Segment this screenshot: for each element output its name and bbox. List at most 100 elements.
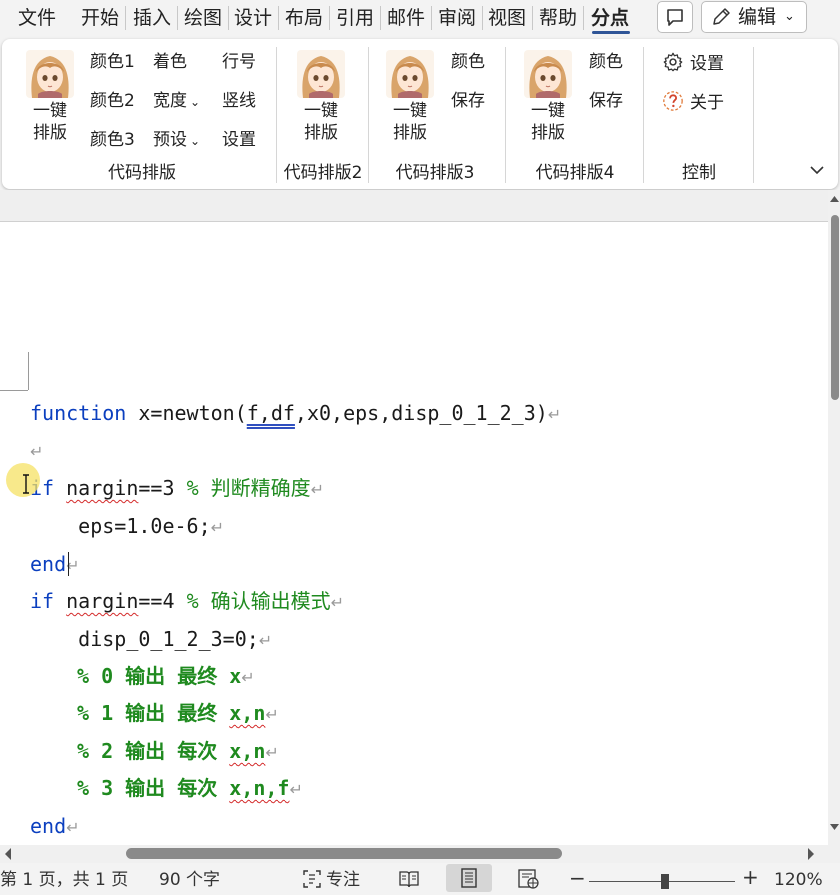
code-line[interactable]: end↵: [30, 551, 80, 579]
text-caret: [68, 552, 69, 576]
word-count[interactable]: 90 个字: [159, 869, 220, 891]
scroll-up-icon[interactable]: [829, 194, 840, 204]
tab-help[interactable]: 帮助: [537, 5, 579, 31]
web-layout-button[interactable]: [517, 867, 541, 895]
vertical-line-button[interactable]: 竖线: [222, 90, 256, 112]
code-text: x=newton(: [126, 401, 247, 425]
zoom-level[interactable]: 120%: [774, 869, 823, 891]
color2-button[interactable]: 颜色2: [90, 90, 135, 112]
focus-button[interactable]: 专注: [302, 869, 360, 891]
tab-home[interactable]: 开始: [79, 5, 121, 31]
edit-mode-button[interactable]: 编辑 ⌄: [701, 1, 807, 33]
coloring-button[interactable]: 着色: [153, 51, 187, 73]
code-comment: x: [229, 664, 242, 688]
edit-label: 编辑: [738, 6, 777, 28]
code-line[interactable]: eps=1.0e-6;↵: [30, 513, 224, 541]
code-line[interactable]: % 2 输出 每次 x,n↵: [77, 738, 279, 766]
color1-button[interactable]: 颜色1: [90, 51, 135, 73]
one-key-format-button[interactable]: 一键 排版: [20, 100, 80, 144]
width-dropdown[interactable]: 宽度 ⌄: [153, 90, 200, 113]
status-bar: 第 1 页，共 1 页 90 个字 专注 − + 120%: [0, 863, 840, 893]
paragraph-mark: ↵: [210, 518, 225, 537]
gear-icon: [663, 52, 683, 72]
group-label-code-format-4: 代码排版4: [535, 163, 615, 183]
tab-separator: [125, 6, 126, 30]
color3-button[interactable]: 颜色3: [90, 129, 135, 151]
group-label-code-format-2: 代码排版2: [283, 163, 363, 183]
code-line[interactable]: % 1 输出 最终 x,n↵: [77, 700, 279, 728]
ribbon-collapse-button[interactable]: [806, 159, 828, 181]
tab-draw[interactable]: 绘图: [182, 5, 224, 31]
vertical-scroll-thumb[interactable]: [831, 215, 839, 400]
margin-corner-mark: [0, 390, 28, 391]
about-label: 关于: [690, 93, 724, 113]
scroll-left-icon[interactable]: [3, 847, 13, 861]
tab-insert[interactable]: 插入: [131, 5, 173, 31]
one-key-label-bottom: 排版: [531, 123, 565, 143]
preset-dropdown[interactable]: 预设 ⌄: [153, 129, 200, 152]
focus-label: 专注: [326, 870, 360, 890]
group1-settings-button[interactable]: 设置: [222, 129, 256, 151]
code-comment: % 3 输出 每次: [77, 776, 230, 800]
group4-color-button[interactable]: 颜色: [589, 51, 623, 73]
comment-button[interactable]: [657, 1, 693, 33]
tab-view[interactable]: 视图: [486, 5, 528, 31]
group4-save-button[interactable]: 保存: [589, 90, 623, 112]
tab-references[interactable]: 引用: [334, 5, 376, 31]
page-count[interactable]: 第 1 页，共 1 页: [0, 869, 128, 891]
print-layout-button[interactable]: [446, 864, 492, 892]
paragraph-mark: ↵: [241, 668, 255, 687]
code-text: eps=1.0e-6;: [30, 514, 211, 538]
zoom-out-button[interactable]: −: [569, 867, 586, 889]
chevron-down-icon: [810, 166, 824, 175]
web-layout-icon: [518, 869, 539, 889]
tab-review[interactable]: 审阅: [436, 5, 478, 31]
control-settings-button[interactable]: 设置: [662, 51, 724, 75]
group3-color-button[interactable]: 颜色: [451, 51, 485, 73]
book-icon: [399, 871, 419, 888]
one-key-format-button-2[interactable]: 一键 排版: [291, 100, 351, 144]
question-icon: [663, 91, 683, 111]
paragraph-mark: ↵: [66, 818, 80, 837]
group3-save-button[interactable]: 保存: [451, 90, 485, 112]
code-line[interactable]: disp_0_1_2_3=0;↵: [30, 626, 272, 654]
paragraph-mark: ↵: [547, 405, 562, 424]
one-key-label-bottom: 排版: [393, 123, 427, 143]
scroll-right-icon[interactable]: [806, 847, 816, 861]
one-key-label-top: 一键: [531, 101, 565, 121]
group-label-code-format: 代码排版: [108, 163, 176, 183]
line-number-button[interactable]: 行号: [222, 51, 256, 73]
group-separator: [753, 47, 754, 183]
tab-separator: [177, 6, 178, 30]
group-label-control: 控制: [682, 163, 716, 183]
code-line[interactable]: if nargin==4 % 确认输出模式↵: [30, 588, 344, 616]
group-separator: [643, 47, 644, 183]
scroll-down-icon[interactable]: [829, 822, 840, 832]
about-button[interactable]: 关于: [662, 90, 724, 114]
tab-design[interactable]: 设计: [232, 5, 274, 31]
zoom-in-button[interactable]: +: [742, 866, 759, 888]
tab-fendian[interactable]: 分点: [589, 5, 631, 31]
code-line[interactable]: end↵: [30, 813, 80, 841]
one-key-format-button-4[interactable]: 一键 排版: [518, 100, 578, 144]
code-line[interactable]: % 0 输出 最终 x↵: [77, 663, 255, 691]
code-comment: % 1 输出 最终: [77, 701, 230, 725]
code-comment: x,n,f: [229, 776, 290, 800]
zoom-slider-thumb[interactable]: [661, 874, 669, 889]
one-key-format-button-3[interactable]: 一键 排版: [380, 100, 440, 144]
tab-mailings[interactable]: 邮件: [385, 5, 427, 31]
code-line[interactable]: ↵: [30, 437, 43, 465]
code-line[interactable]: % 3 输出 每次 x,n,f↵: [77, 775, 303, 803]
code-line[interactable]: if nargin==3 % 判断精确度↵: [30, 475, 324, 503]
paragraph-mark: ↵: [330, 593, 345, 612]
tab-layout[interactable]: 布局: [283, 5, 325, 31]
tab-file[interactable]: 文件: [16, 5, 58, 31]
tab-separator: [482, 6, 483, 30]
anime-girl-avatar-icon: [26, 50, 74, 98]
tab-separator: [431, 6, 432, 30]
horizontal-scroll-thumb[interactable]: [126, 848, 562, 859]
code-comment: % 判断精确度: [186, 476, 311, 500]
code-line[interactable]: function x=newton(f,df,x0,eps,disp_0_1_2…: [30, 400, 561, 428]
read-mode-button[interactable]: [398, 868, 420, 894]
code-text: ==3: [138, 476, 187, 500]
